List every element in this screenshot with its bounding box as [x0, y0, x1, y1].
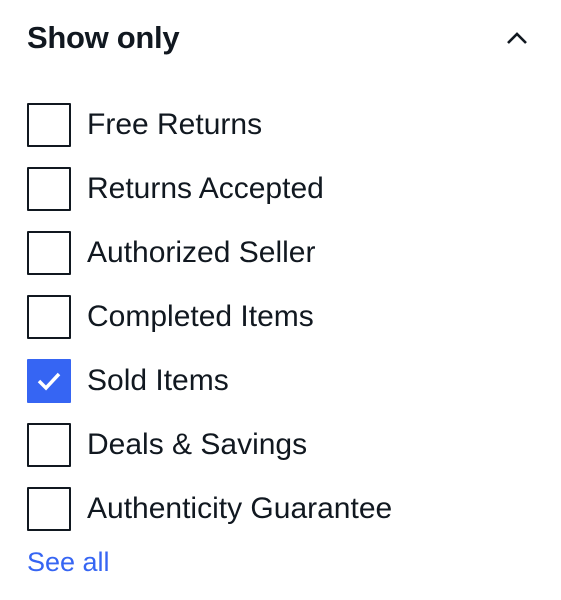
see-all-link[interactable]: See all [27, 547, 110, 578]
checkbox[interactable] [27, 359, 71, 403]
option-label: Authenticity Guarantee [87, 492, 393, 525]
checkbox[interactable] [27, 423, 71, 467]
checkbox[interactable] [27, 295, 71, 339]
checkbox[interactable] [27, 487, 71, 531]
section-title: Show only [27, 20, 180, 55]
filter-option-deals-savings[interactable]: Deals & Savings [27, 413, 392, 477]
filter-option-completed-items[interactable]: Completed Items [27, 285, 392, 349]
checkbox[interactable] [27, 167, 71, 211]
filter-option-sold-items[interactable]: Sold Items [27, 349, 392, 413]
checkbox[interactable] [27, 231, 71, 275]
option-label: Free Returns [87, 108, 263, 141]
checkbox[interactable] [27, 103, 71, 147]
option-label: Deals & Savings [87, 428, 308, 461]
filter-header[interactable]: Show only [27, 14, 537, 62]
option-label: Returns Accepted [87, 172, 324, 205]
filter-options-list: Free Returns Returns Accepted Authorized… [27, 93, 392, 541]
option-label: Authorized Seller [87, 236, 316, 269]
chevron-up-icon[interactable] [497, 18, 537, 58]
filter-option-returns-accepted[interactable]: Returns Accepted [27, 157, 392, 221]
filter-option-authenticity-guarantee[interactable]: Authenticity Guarantee [27, 477, 392, 541]
option-label: Completed Items [87, 300, 314, 333]
filter-option-free-returns[interactable]: Free Returns [27, 93, 392, 157]
option-label: Sold Items [87, 364, 229, 397]
checkmark-icon [37, 372, 61, 391]
filter-option-authorized-seller[interactable]: Authorized Seller [27, 221, 392, 285]
